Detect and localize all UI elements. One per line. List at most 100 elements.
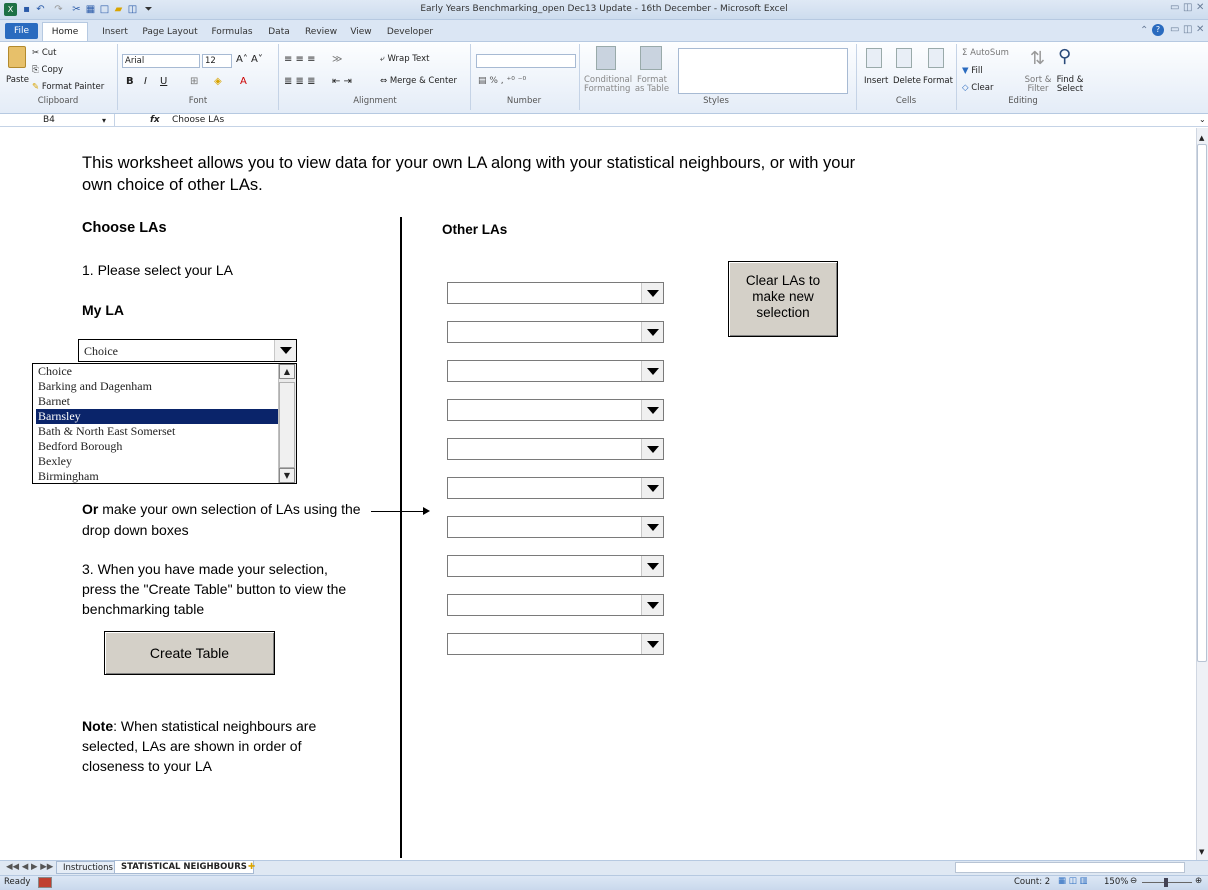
font-size-select[interactable]: 12 (202, 54, 232, 68)
zoom-level[interactable]: 150% (1104, 877, 1128, 887)
name-box-dropdown-icon[interactable]: ▾ (102, 114, 106, 127)
clear-las-button[interactable]: Clear LAs to make new selection (728, 261, 838, 337)
list-item[interactable]: Barking and Dagenham (36, 379, 279, 394)
number-format-icons[interactable]: ▤ % , ⁺⁰ ⁻⁰ (478, 76, 526, 86)
paste-button[interactable]: Paste (6, 75, 29, 85)
dropdown-arrow-icon[interactable] (641, 322, 663, 342)
font-color-icon[interactable]: A (240, 76, 247, 87)
other-la-dropdown-2[interactable] (447, 321, 664, 343)
zoom-in-icon[interactable]: ⊕ (1195, 876, 1202, 886)
other-la-dropdown-10[interactable] (447, 633, 664, 655)
list-item[interactable]: Barnet (36, 394, 279, 409)
dropdown-arrow-icon[interactable] (641, 400, 663, 420)
paste-icon[interactable] (8, 46, 26, 68)
scroll-down-icon[interactable]: ▼ (1199, 848, 1204, 856)
dropdown-arrow-icon[interactable] (641, 439, 663, 459)
tab-file[interactable]: File (5, 23, 38, 39)
vertical-scroll-thumb[interactable] (1197, 144, 1207, 662)
other-la-dropdown-6[interactable] (447, 477, 664, 499)
delete-cells-icon[interactable] (896, 48, 912, 68)
help-icon[interactable]: ? (1152, 24, 1164, 36)
sort-filter-button[interactable]: Sort & Filter (1024, 76, 1052, 94)
list-item[interactable]: Bath & North East Somerset (36, 424, 279, 439)
list-scroll-down-icon[interactable]: ▼ (279, 468, 295, 483)
dropdown-arrow-icon[interactable] (641, 634, 663, 654)
dropdown-arrow-icon[interactable] (641, 361, 663, 381)
tab-data[interactable]: Data (264, 24, 294, 41)
other-la-dropdown-1[interactable] (447, 282, 664, 304)
la-dropdown-list[interactable]: Choice Barking and Dagenham Barnet Barns… (32, 363, 297, 484)
align-top-icon[interactable]: ≡ ≡ ≡ (284, 54, 316, 65)
indent-icon[interactable]: ⇤ ⇥ (332, 76, 352, 87)
find-icon[interactable]: ⚲ (1058, 46, 1071, 67)
list-item[interactable]: Birmingham (36, 469, 279, 484)
fill-button[interactable]: ▼ Fill (962, 66, 983, 76)
cut-button[interactable]: ✂ Cut (32, 48, 56, 58)
dropdown-arrow-icon[interactable] (641, 595, 663, 615)
scroll-up-icon[interactable]: ▲ (1199, 134, 1204, 142)
other-la-dropdown-3[interactable] (447, 360, 664, 382)
macro-record-icon[interactable] (38, 877, 52, 888)
formula-input[interactable]: Choose LAs (172, 114, 224, 127)
zoom-slider-thumb[interactable] (1164, 878, 1168, 887)
other-la-dropdown-8[interactable] (447, 555, 664, 577)
tab-view[interactable]: View (346, 24, 376, 41)
align-left-icon[interactable]: ≣ ≣ ≣ (284, 76, 316, 87)
minimize-icon[interactable]: ▭ (1170, 2, 1179, 13)
expand-formula-icon[interactable]: ⌄ (1199, 115, 1206, 124)
list-item[interactable]: Bedford Borough (36, 439, 279, 454)
number-format-select[interactable] (476, 54, 576, 68)
dropdown-arrow-icon[interactable] (641, 556, 663, 576)
other-la-dropdown-9[interactable] (447, 594, 664, 616)
underline-icon[interactable]: U (160, 76, 167, 87)
conditional-formatting-icon[interactable] (596, 46, 616, 70)
format-as-table-button[interactable]: Format as Table (632, 76, 672, 94)
dropdown-arrow-icon[interactable] (641, 478, 663, 498)
list-scroll-up-icon[interactable]: ▲ (279, 364, 295, 379)
conditional-formatting-button[interactable]: Conditional Formatting (584, 76, 632, 94)
tab-review[interactable]: Review (302, 24, 340, 41)
sheet-tab-statistical-neighbours[interactable]: STATISTICAL NEIGHBOURS (114, 860, 254, 874)
ribbon-minimize-icon[interactable]: ⌃ (1140, 25, 1148, 36)
other-la-dropdown-7[interactable] (447, 516, 664, 538)
other-la-dropdown-5[interactable] (447, 438, 664, 460)
list-scroll-thumb[interactable] (279, 382, 295, 468)
new-sheet-icon[interactable]: ✚ (248, 862, 255, 872)
sheet-tab-instructions[interactable]: Instructions (56, 861, 120, 874)
sort-filter-icon[interactable]: ⇅ (1030, 48, 1045, 69)
doc-restore-icon[interactable]: ◫ (1183, 24, 1192, 35)
copy-button[interactable]: ⎘ Copy (32, 65, 63, 75)
zoom-out-icon[interactable]: ⊖ (1130, 876, 1137, 886)
tab-page-layout[interactable]: Page Layout (140, 24, 200, 41)
insert-button[interactable]: Insert (864, 76, 888, 86)
borders-icon[interactable]: ⊞ (190, 76, 198, 87)
tab-formulas[interactable]: Formulas (208, 24, 256, 41)
name-box[interactable]: B4 (3, 114, 115, 127)
sheet-nav-icons[interactable]: ◀◀ ◀ ▶ ▶▶ (6, 862, 53, 872)
close-icon[interactable]: ✕ (1196, 2, 1204, 13)
list-item[interactable]: Choice (36, 364, 279, 379)
wrap-text-button[interactable]: ⤶ Wrap Text (380, 54, 429, 64)
tab-developer[interactable]: Developer (384, 24, 436, 41)
dropdown-arrow-icon[interactable] (641, 283, 663, 303)
list-item[interactable]: Bexley (36, 454, 279, 469)
other-la-dropdown-4[interactable] (447, 399, 664, 421)
clear-button[interactable]: ◇ Clear (962, 83, 993, 93)
orientation-icon[interactable]: ≫ (332, 54, 342, 65)
format-table-icon[interactable] (640, 46, 662, 70)
dropdown-arrow-icon[interactable] (641, 517, 663, 537)
doc-close-icon[interactable]: ✕ (1196, 24, 1204, 35)
fill-color-icon[interactable]: ◈ (214, 76, 222, 87)
merge-center-button[interactable]: ⇔ Merge & Center (380, 76, 457, 86)
cell-styles-gallery[interactable] (678, 48, 848, 94)
normal-view-icon[interactable]: ▦ ◫ ▥ (1058, 876, 1088, 886)
my-la-dropdown-arrow-icon[interactable] (274, 340, 296, 361)
tab-insert[interactable]: Insert (98, 24, 132, 41)
create-table-button[interactable]: Create Table (104, 631, 275, 675)
format-cells-icon[interactable] (928, 48, 944, 68)
format-button[interactable]: Format (923, 76, 953, 86)
doc-minimize-icon[interactable]: ▭ (1170, 24, 1179, 35)
format-painter-button[interactable]: ✎ Format Painter (32, 82, 104, 92)
insert-function-icon[interactable]: fx (150, 114, 165, 127)
horizontal-scrollbar[interactable] (955, 862, 1185, 873)
